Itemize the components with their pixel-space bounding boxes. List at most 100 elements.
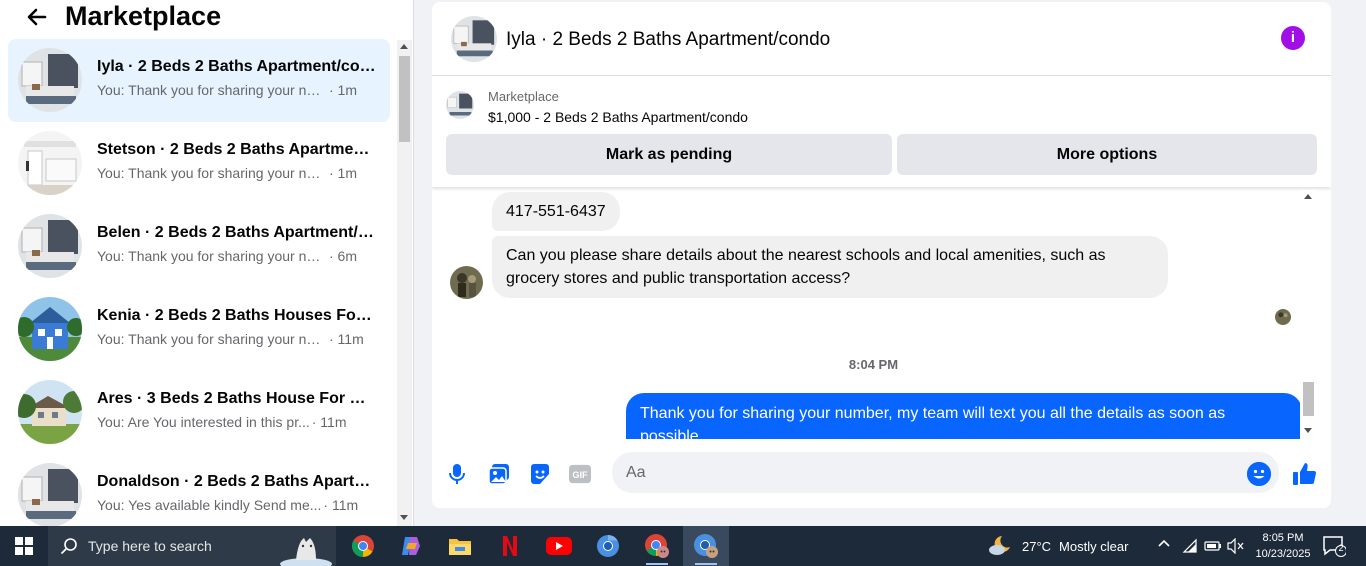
thumbs-up-icon[interactable] [1292, 461, 1318, 487]
conversation-preview: You: Thank you for sharing your number [97, 165, 327, 181]
more-options-button[interactable]: More options [897, 134, 1317, 175]
scrollbar-thumb[interactable] [1303, 382, 1314, 416]
conversation-item[interactable]: Donaldson · 2 Beds 2 Baths Apartment/con… [8, 454, 390, 526]
scroll-up-icon[interactable] [1304, 194, 1312, 199]
message-thread: 417-551-6437 Can you please share detail… [432, 190, 1331, 439]
listing-avatar [18, 380, 82, 444]
conversation-list: Iyla · 2 Beds 2 Baths Apartment/condo Yo… [8, 39, 390, 526]
conversation-subtitle: You: Thank you for sharing your number ·… [97, 331, 377, 347]
conversation-subtitle: You: Are You interested in this pr... · … [97, 414, 377, 430]
message-composer: GIF [432, 443, 1331, 503]
volume-muted-icon[interactable] [1227, 537, 1245, 557]
conversation-subtitle: You: Yes available kindly Send me... · 1… [97, 497, 377, 513]
incoming-message[interactable]: Can you please share details about the n… [492, 236, 1168, 298]
sidebar-header: Marketplace [0, 0, 413, 36]
conversation-item[interactable]: Kenia · 2 Beds 2 Baths Houses For Rent Y… [8, 288, 390, 371]
sidebar-title: Marketplace [65, 1, 222, 31]
scroll-down-icon[interactable] [400, 515, 408, 520]
battery-icon[interactable] [1204, 538, 1222, 557]
youtube-icon[interactable] [536, 526, 582, 566]
chat-title[interactable]: Iyla · 2 Beds 2 Baths Apartment/condo [506, 29, 830, 51]
clock-time: 8:05 PM [1262, 532, 1304, 544]
search-placeholder: Type here to search [88, 538, 212, 554]
search-highlight-icon [276, 526, 336, 566]
sender-avatar[interactable] [450, 266, 483, 299]
listing-avatar [18, 297, 82, 361]
svg-text:GIF: GIF [572, 470, 588, 480]
sidebar-scrollbar[interactable] [397, 40, 412, 526]
mark-as-pending-button[interactable]: Mark as pending [446, 134, 892, 175]
listing-avatar [18, 131, 82, 195]
copilot-icon[interactable] [388, 526, 434, 566]
conversation-time: · 1m [329, 165, 357, 181]
conversation-subtitle: You: Thank you for sharing your number ·… [97, 248, 377, 264]
conversation-time: · 11m [329, 331, 364, 347]
chrome-profile-icon[interactable] [634, 526, 680, 566]
chrome-profile-active-icon[interactable] [683, 526, 729, 566]
weather-widget[interactable]: 27°C Mostly clear [988, 526, 1128, 566]
listing-avatar [18, 214, 82, 278]
conversation-item[interactable]: Belen · 2 Beds 2 Baths Apartment/condo Y… [8, 205, 390, 288]
conversation-time: · 1m [329, 82, 357, 98]
listing-thumbnail[interactable] [446, 91, 474, 119]
chevron-up-icon[interactable] [1157, 536, 1171, 553]
scroll-up-icon[interactable] [400, 44, 408, 49]
conversation-item[interactable]: Ares · 3 Beds 2 Baths House For Rent You… [8, 371, 390, 454]
conversation-title: Stetson · 2 Beds 2 Baths Apartment/condo [97, 141, 377, 158]
conversation-preview: You: Thank you for sharing your number [97, 82, 327, 98]
conversation-title: Belen · 2 Beds 2 Baths Apartment/condo [97, 224, 377, 241]
file-explorer-icon[interactable] [437, 526, 483, 566]
chat-scrollbar[interactable] [1300, 190, 1317, 439]
message-timestamp: 8:04 PM [848, 357, 899, 372]
taskbar-search[interactable]: Type here to search [48, 526, 336, 566]
weather-temperature: 27°C [1022, 538, 1052, 554]
conversation-sidebar: Marketplace Iyla · 2 Beds 2 Baths Apartm… [0, 0, 414, 526]
sticker-icon[interactable] [529, 463, 551, 485]
listing-source: Marketplace [488, 89, 559, 104]
notification-icon[interactable]: 2 [1322, 535, 1347, 557]
listing-avatar [18, 48, 82, 112]
chat-avatar[interactable] [451, 16, 497, 62]
incoming-message[interactable]: 417-551-6437 [492, 192, 620, 231]
chat-panel: Iyla · 2 Beds 2 Baths Apartment/condo i … [432, 2, 1331, 508]
listing-price-title[interactable]: $1,000 - 2 Beds 2 Baths Apartment/condo [488, 109, 748, 125]
photo-icon[interactable] [488, 463, 510, 485]
conversation-title: Kenia · 2 Beds 2 Baths Houses For Rent [97, 307, 377, 324]
message-input[interactable] [612, 452, 1279, 493]
notification-count: 2 [1338, 543, 1344, 553]
clock-date: 10/23/2025 [1255, 548, 1311, 560]
scroll-down-icon[interactable] [1304, 428, 1312, 433]
conversation-subtitle: You: Thank you for sharing your number ·… [97, 165, 377, 181]
info-icon[interactable]: i [1281, 26, 1305, 50]
weather-condition: Mostly clear [1059, 538, 1129, 554]
conversation-time: · 6m [329, 248, 357, 264]
conversation-title: Iyla · 2 Beds 2 Baths Apartment/condo [97, 58, 377, 75]
conversation-preview: You: Thank you for sharing your number [97, 248, 327, 264]
listing-avatar [18, 463, 82, 526]
conversation-time: · 11m [311, 414, 347, 430]
netflix-icon[interactable] [487, 526, 533, 566]
taskbar-clock[interactable]: 8:05 PM 10/23/2025 [1250, 530, 1316, 562]
chrome-alt-icon[interactable] [585, 526, 631, 566]
conversation-item[interactable]: Iyla · 2 Beds 2 Baths Apartment/condo Yo… [8, 39, 390, 122]
gif-icon[interactable]: GIF [569, 463, 591, 485]
conversation-item[interactable]: Stetson · 2 Beds 2 Baths Apartment/condo… [8, 122, 390, 205]
conversation-title: Donaldson · 2 Beds 2 Baths Apartment/con… [97, 473, 377, 490]
emoji-icon[interactable] [1247, 462, 1271, 486]
microphone-icon[interactable] [446, 463, 468, 485]
conversation-preview: You: Thank you for sharing your number [97, 331, 327, 347]
chrome-icon[interactable] [340, 526, 386, 566]
conversation-subtitle: You: Thank you for sharing your number ·… [97, 82, 377, 98]
windows-start-icon[interactable] [0, 526, 48, 566]
outgoing-message[interactable]: Thank you for sharing your number, my te… [626, 393, 1302, 439]
conversation-title: Ares · 3 Beds 2 Baths House For Rent [97, 390, 377, 407]
chat-header: Iyla · 2 Beds 2 Baths Apartment/condo i [432, 2, 1331, 76]
back-arrow-icon[interactable] [22, 2, 52, 32]
listing-banner: Marketplace $1,000 - 2 Beds 2 Baths Apar… [432, 77, 1331, 187]
wifi-icon[interactable] [1182, 538, 1198, 557]
conversation-time: · 11m [323, 497, 359, 513]
windows-taskbar: Type here to search 27°C Mostly clear 8:… [0, 526, 1366, 566]
scrollbar-thumb[interactable] [399, 56, 410, 142]
conversation-preview: You: Are You interested in this pr... [97, 414, 310, 430]
moon-cloud-icon [988, 534, 1014, 559]
